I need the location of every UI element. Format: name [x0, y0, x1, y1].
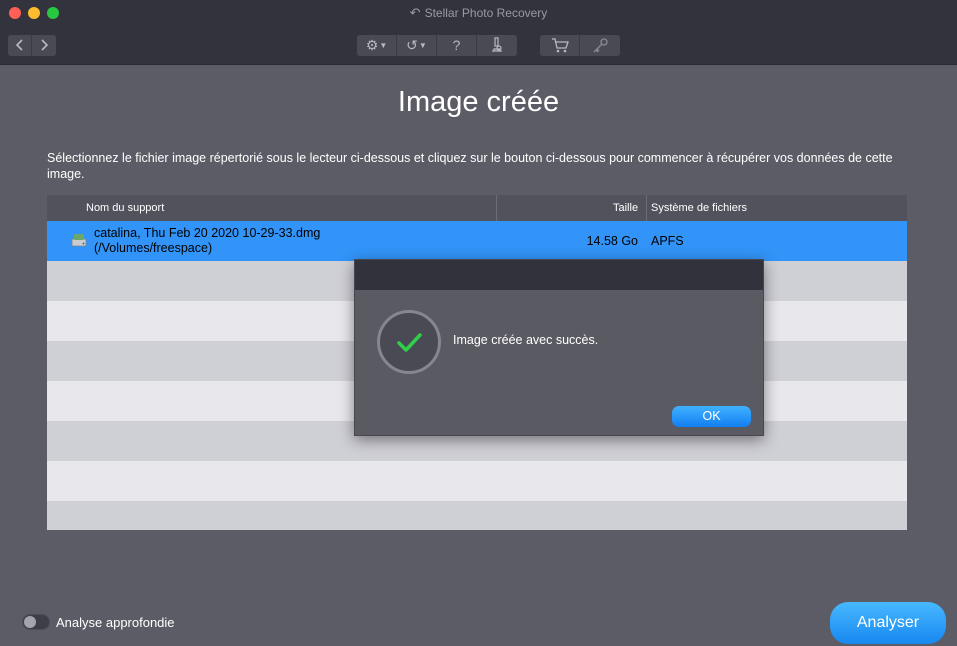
help-button[interactable]: ?	[437, 35, 477, 56]
dialog-message: Image créée avec succès.	[453, 333, 599, 347]
empty-table-row	[47, 461, 907, 501]
ok-button[interactable]: OK	[672, 406, 751, 427]
help-icon: ?	[452, 37, 461, 53]
disk-image-icon	[71, 234, 87, 247]
media-name: catalina, Thu Feb 20 2020 10-29-33.dmg	[94, 226, 321, 240]
empty-table-row	[47, 501, 907, 530]
buy-button[interactable]	[540, 35, 580, 56]
media-filesystem-cell: APFS	[651, 234, 684, 248]
window-title: ↶ Stellar Photo Recovery	[0, 5, 957, 21]
column-divider	[496, 195, 497, 221]
checkmark-icon	[397, 333, 422, 352]
page-title: Image créée	[397, 86, 560, 118]
title-bar: ↶ Stellar Photo Recovery	[0, 0, 957, 26]
history-button[interactable]: ↺▼	[397, 35, 437, 56]
toolbar: ⚙▼ ↺▼ ?	[0, 26, 957, 65]
toggle-knob	[24, 616, 36, 628]
caret-down-icon: ▼	[418, 41, 427, 51]
table-header: Nom du support Taille Système de fichier…	[47, 195, 907, 221]
column-header-filesystem[interactable]: Système de fichiers	[651, 195, 747, 221]
success-badge	[377, 310, 441, 374]
scan-engine-button[interactable]	[477, 35, 517, 56]
key-icon	[593, 38, 608, 53]
history-icon: ↺	[406, 37, 418, 53]
media-name-cell: catalina, Thu Feb 20 2020 10-29-33.dmg (…	[94, 226, 320, 256]
forward-button[interactable]	[32, 35, 56, 56]
settings-button[interactable]: ⚙▼	[357, 35, 397, 56]
main-tools: ⚙▼ ↺▼ ?	[357, 35, 517, 56]
deep-scan-label: Analyse approfondie	[56, 615, 175, 630]
window-title-text: Stellar Photo Recovery	[424, 6, 548, 20]
column-header-name[interactable]: Nom du support	[86, 195, 164, 221]
app-logo-icon: ↶	[409, 5, 421, 20]
nav-buttons	[8, 35, 56, 56]
media-size-cell: 14.58 Go	[586, 234, 638, 248]
success-dialog: Image créée avec succès. OK	[354, 259, 764, 436]
deep-scan-toggle[interactable]	[22, 614, 50, 630]
cart-icon	[551, 38, 569, 53]
column-header-size[interactable]: Taille	[613, 195, 638, 221]
activate-button[interactable]	[580, 35, 620, 56]
back-button[interactable]	[8, 35, 32, 56]
table-row[interactable]: catalina, Thu Feb 20 2020 10-29-33.dmg (…	[47, 221, 907, 261]
dialog-title-bar	[355, 260, 763, 290]
media-path: (/Volumes/freespace)	[94, 241, 213, 255]
purchase-tools	[540, 35, 620, 56]
instructions-text: Sélectionnez le fichier image répertorié…	[47, 151, 893, 181]
chevron-left-icon	[15, 39, 23, 51]
column-divider	[646, 195, 647, 221]
microscope-icon	[492, 37, 502, 52]
gear-icon: ⚙	[365, 37, 379, 53]
analyze-button[interactable]: Analyser	[830, 602, 946, 644]
chevron-right-icon	[41, 39, 49, 51]
caret-down-icon: ▼	[379, 41, 388, 51]
